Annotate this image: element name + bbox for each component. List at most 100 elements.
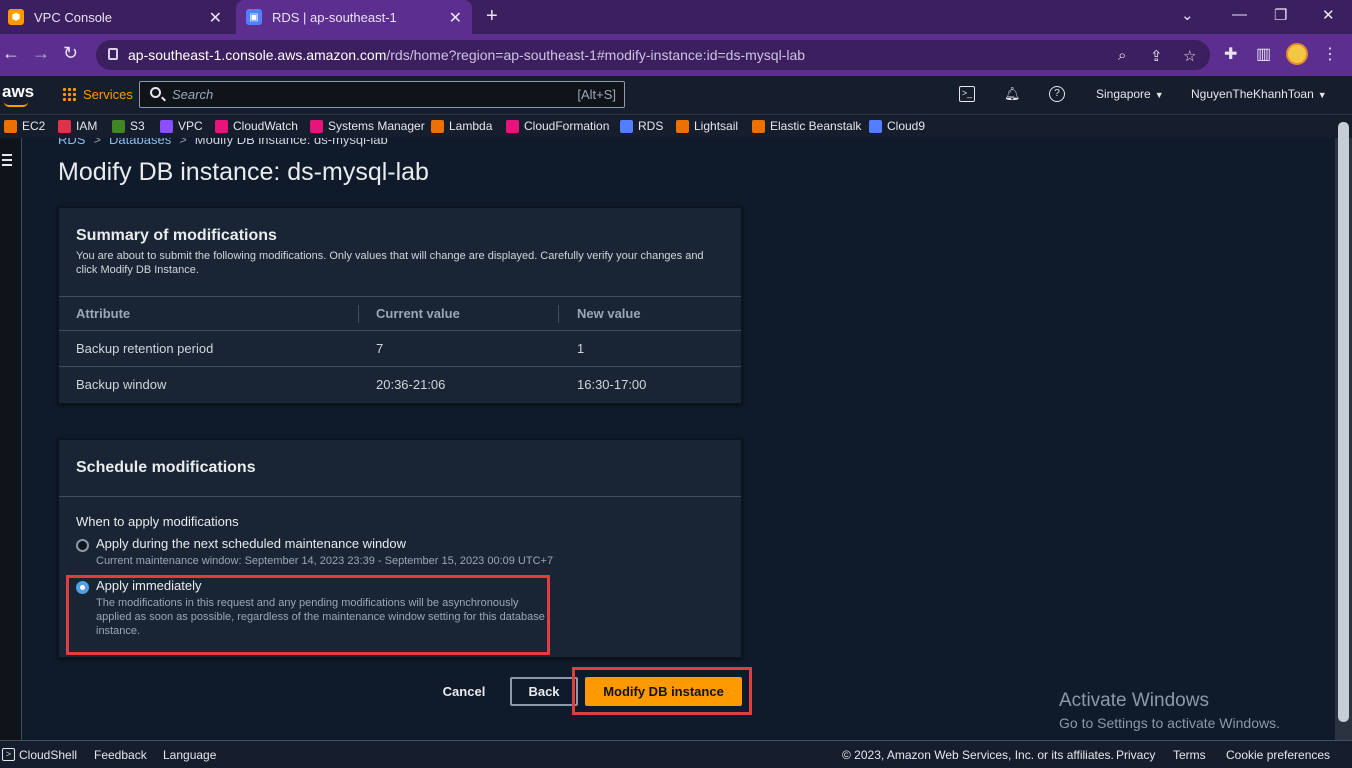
services-grid-icon[interactable] — [62, 87, 76, 101]
aws-logo[interactable]: aws — [2, 82, 34, 107]
summary-description: You are about to submit the following mo… — [76, 250, 704, 276]
favorite-label: IAM — [76, 119, 98, 133]
footer-language-link[interactable]: Language — [163, 748, 216, 762]
side-panel-icon[interactable]: ▥ — [1256, 44, 1271, 64]
apply-immediately-option-desc: The modifications in this request and an… — [96, 597, 545, 637]
restore-icon[interactable]: ❐ — [1274, 6, 1287, 24]
page-scrollbar[interactable] — [1335, 122, 1352, 740]
close-tab-icon[interactable]: ✕ — [449, 8, 462, 28]
caret-down-icon: ▼ — [1317, 90, 1327, 100]
favorite-label: S3 — [130, 119, 145, 133]
table-row: Backup window 20:36-21:06 16:30-17:00 — [59, 367, 741, 403]
lock-icon — [108, 48, 118, 60]
cloudshell-icon[interactable]: >_ — [959, 86, 975, 102]
apply-immediately-option-title[interactable]: Apply immediately — [96, 578, 202, 593]
search-placeholder: Search — [172, 87, 214, 102]
favorite-s3[interactable]: S3 — [112, 119, 145, 133]
favorite-ec2[interactable]: EC2 — [4, 119, 45, 133]
region-selector[interactable]: Singapore ▼ — [1096, 87, 1164, 101]
breadcrumb: RDS > Databases > Modify DB instance: ds-mys… — [58, 138, 388, 147]
tab-rds[interactable]: ▣ RDS | ap-southeast-1 ✕ — [236, 0, 472, 34]
account-menu[interactable]: NguyenTheKhanhToan ▼ — [1191, 87, 1327, 101]
breadcrumb-rds[interactable]: RDS — [58, 138, 85, 147]
new-value-cell: 1 — [577, 341, 585, 356]
table-header: Attribute Current value New value — [59, 296, 741, 331]
apply-immediately-radio[interactable] — [76, 581, 89, 594]
hamburger-menu-icon[interactable] — [2, 154, 12, 169]
minimize-icon[interactable]: — — [1232, 6, 1247, 23]
rds-favicon-icon: ▣ — [246, 9, 262, 25]
scrollbar-thumb[interactable] — [1338, 122, 1349, 722]
notifications-bell-icon[interactable]: 🔔︎ — [1004, 86, 1021, 102]
schedule-title: Schedule modifications — [76, 459, 256, 476]
footer-cookie-preferences-link[interactable]: Cookie preferences — [1226, 748, 1330, 762]
divider — [59, 496, 741, 497]
maintenance-window-option-title[interactable]: Apply during the next scheduled maintena… — [96, 536, 406, 551]
favorite-iam[interactable]: IAM — [58, 119, 97, 133]
favorite-label: CloudFormation — [524, 119, 610, 133]
breadcrumb-databases[interactable]: Databases — [109, 138, 171, 147]
favorite-lightsail[interactable]: Lightsail — [676, 119, 738, 133]
attribute-cell: Backup retention period — [76, 341, 214, 356]
zoom-icon[interactable]: ⌕ — [1118, 47, 1126, 64]
reload-icon[interactable]: ↻ — [63, 43, 78, 64]
search-icon — [150, 87, 161, 98]
favorite-cloud9[interactable]: Cloud9 — [869, 119, 925, 133]
aws-search-input[interactable]: Search [Alt+S] — [139, 81, 625, 108]
help-icon[interactable]: ? — [1049, 86, 1065, 102]
bookmark-star-icon[interactable]: ☆ — [1183, 47, 1196, 65]
maintenance-window-radio[interactable] — [76, 539, 89, 552]
browser-toolbar: ← → ↻ ap-southeast-1.console.aws.amazon.… — [0, 34, 1352, 76]
forward-arrow-icon[interactable]: → — [32, 43, 50, 64]
cancel-button[interactable]: Cancel — [436, 677, 492, 705]
attribute-cell: Backup window — [76, 377, 167, 392]
ec2-icon — [4, 119, 17, 133]
share-icon[interactable]: ⇪ — [1150, 47, 1163, 65]
cloudwatch-icon — [215, 119, 228, 133]
caret-down-icon: ▼ — [1154, 90, 1164, 100]
tab-label: RDS | ap-southeast-1 — [272, 9, 397, 25]
favorite-label: EC2 — [22, 119, 46, 133]
footer-privacy-link[interactable]: Privacy — [1116, 748, 1155, 762]
tab-search-chevron-icon[interactable]: ⌄ — [1181, 6, 1194, 24]
lightsail-icon — [676, 119, 689, 133]
modifications-table: Attribute Current value New value Backup… — [59, 296, 741, 403]
tab-vpc-console[interactable]: ⬢ VPC Console ✕ — [0, 0, 232, 34]
new-value-cell: 16:30-17:00 — [577, 377, 647, 392]
back-button[interactable]: Back — [510, 677, 578, 706]
apply-timing-label: When to apply modifications — [76, 514, 239, 529]
favorite-systems-manager[interactable]: Systems Manager — [310, 119, 425, 133]
breadcrumb-current: Modify DB instance: ds-mysql-lab — [194, 138, 388, 147]
current-value-cell: 7 — [376, 341, 384, 356]
footer-feedback-link[interactable]: Feedback — [94, 748, 147, 762]
browser-menu-icon[interactable]: ⋮ — [1322, 44, 1338, 64]
favorite-elastic-beanstalk[interactable]: Elastic Beanstalk — [752, 119, 861, 133]
column-header: New value — [577, 306, 641, 321]
footer-terms-link[interactable]: Terms — [1173, 748, 1206, 762]
systems-manager-icon — [310, 119, 323, 133]
close-tab-icon[interactable]: ✕ — [209, 8, 222, 28]
chevron-right-icon: > — [179, 138, 187, 147]
modify-db-instance-button[interactable]: Modify DB instance — [585, 677, 742, 706]
new-tab-icon[interactable]: + — [486, 5, 498, 28]
vpc-icon — [160, 119, 173, 133]
iam-icon — [58, 119, 71, 133]
profile-avatar[interactable] — [1286, 43, 1308, 65]
aws-favicon-icon: ⬢ — [8, 9, 24, 25]
footer-cloudshell-link[interactable]: CloudShell — [19, 748, 77, 762]
browser-tab-strip: ⬢ VPC Console ✕ ▣ RDS | ap-southeast-1 ✕… — [0, 0, 1352, 34]
lambda-icon — [431, 119, 444, 133]
favorite-label: Cloud9 — [887, 119, 926, 133]
favorite-vpc[interactable]: VPC — [160, 119, 203, 133]
address-bar[interactable]: ap-southeast-1.console.aws.amazon.com/rd… — [96, 40, 1210, 70]
extensions-puzzle-icon[interactable]: ✚ — [1224, 44, 1237, 64]
cloud9-icon — [869, 119, 882, 133]
close-window-icon[interactable]: ✕ — [1322, 6, 1335, 24]
back-arrow-icon[interactable]: ← — [2, 43, 20, 64]
favorite-rds[interactable]: RDS — [620, 119, 663, 133]
region-label: Singapore — [1096, 87, 1151, 101]
favorite-cloudwatch[interactable]: CloudWatch — [215, 119, 298, 133]
services-menu[interactable]: Services — [83, 87, 133, 102]
favorite-cloudformation[interactable]: CloudFormation — [506, 119, 609, 133]
favorite-lambda[interactable]: Lambda — [431, 119, 492, 133]
